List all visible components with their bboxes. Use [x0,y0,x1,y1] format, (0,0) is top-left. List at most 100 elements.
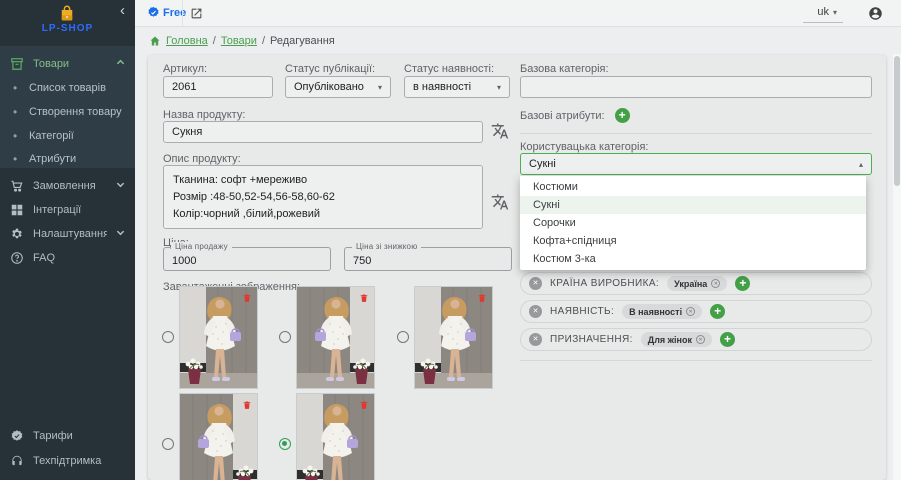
main-content: Головна / Товари / Редагування Артикул: … [135,27,901,480]
sku-input[interactable] [163,76,273,98]
attribute-name: КРАЇНА ВИРОБНИКА: [550,278,659,289]
remove-attribute-icon[interactable]: ✕ [529,333,542,346]
remove-value-icon[interactable]: ✕ [696,335,705,344]
product-image[interactable] [414,286,493,389]
bullet-icon: • [13,129,18,143]
sidebar-item-faq[interactable]: FAQ [0,246,135,270]
sidebar-sub-label: Категорії [29,130,74,142]
caret-down-icon: ▾ [833,8,837,17]
headset-icon [10,454,24,468]
translate-icon[interactable] [491,122,509,140]
topbar: Free uk ▾ [135,0,901,27]
breadcrumb-current: Редагування [270,35,335,47]
sidebar-item-tariffs[interactable]: Тарифи [0,424,135,448]
sidebar-header: LP-SHOP ‹ [0,0,135,46]
main-image-radio[interactable] [162,331,174,343]
product-edit-page: LP-SHOP ‹ Товари • Список товарів • Ство… [0,0,901,480]
scrollbar[interactable] [893,54,901,480]
breadcrumb: Головна / Товари / Редагування [149,35,335,47]
product-image[interactable] [296,393,375,480]
custom-category-label: Користувацька категорія: [520,141,648,153]
add-attribute-value-button[interactable]: + [735,276,750,291]
delete-image-icon[interactable] [359,292,369,304]
availability-status-select[interactable]: в наявності ▾ [404,76,510,98]
delete-image-icon[interactable] [359,399,369,411]
help-icon [10,251,24,265]
sidebar-item-create-product[interactable]: • Створення товару [0,101,135,123]
dropdown-option[interactable]: Кофта+спідниця [520,232,866,250]
remove-attribute-icon[interactable]: ✕ [529,305,542,318]
breadcrumb-home[interactable]: Головна [166,35,208,47]
sale-price-input[interactable] [164,248,330,270]
delete-image-icon[interactable] [477,292,487,304]
dropdown-option[interactable]: Костюми [520,178,866,196]
base-category-input[interactable] [520,76,872,98]
publication-status-select[interactable]: Опубліковано ▾ [285,76,391,98]
discount-price-input[interactable] [345,248,511,270]
breadcrumb-separator: / [262,35,265,47]
attribute-name: НАЯВНІСТЬ: [550,306,614,317]
open-in-new-icon[interactable] [190,7,203,20]
add-attribute-value-button[interactable]: + [710,304,725,319]
main-image-radio[interactable] [162,438,174,450]
attribute-value-chip: В наявності ✕ [622,304,702,319]
language-selector[interactable]: uk ▾ [817,6,837,18]
chevron-up-icon [116,58,125,70]
product-image[interactable] [296,286,375,389]
main-image-radio[interactable] [397,331,409,343]
product-name-input[interactable] [163,121,483,143]
translate-icon[interactable] [491,193,509,211]
attribute-name: ПРИЗНАЧЕННЯ: [550,334,633,345]
base-category-label: Базова категорія: [520,63,609,75]
dropdown-option[interactable]: Костюм 3-ка [520,250,866,268]
badge-check-icon [10,429,24,443]
add-base-attribute-button[interactable]: + [615,108,630,123]
add-attribute-value-button[interactable]: + [720,332,735,347]
sidebar-collapse-button[interactable]: ‹ [120,2,125,20]
remove-value-icon[interactable]: ✕ [686,307,695,316]
caret-down-icon: ▾ [378,83,382,92]
sidebar: LP-SHOP ‹ Товари • Список товарів • Ство… [0,0,135,480]
custom-category-dropdown: Костюми Сукні Сорочки Кофта+спідниця Кос… [520,176,866,270]
availability-status-label: Статус наявності: [404,63,494,75]
dropdown-option[interactable]: Сукні [520,196,866,214]
dropdown-option[interactable]: Сорочки [520,214,866,232]
sidebar-item-settings[interactable]: Налаштування [0,222,135,246]
plan-badge[interactable]: Free [147,6,186,19]
breadcrumb-products[interactable]: Товари [221,35,257,47]
breadcrumb-separator: / [213,35,216,47]
sidebar-item-attributes[interactable]: • Атрибути [0,148,135,170]
sidebar-item-support[interactable]: Техпідтримка [0,449,135,473]
main-image-radio[interactable] [279,438,291,450]
sidebar-sub-label: Створення товару [29,106,122,118]
caret-up-icon: ▴ [859,160,863,169]
sidebar-item-products[interactable]: Товари [0,52,135,76]
publication-status-label: Статус публікації: [285,63,375,75]
main-image-radio[interactable] [279,331,291,343]
bullet-icon: • [13,105,18,119]
language-value: uk [817,6,829,18]
publication-status-value: Опубліковано [294,81,364,93]
delete-image-icon[interactable] [242,399,252,411]
custom-category-select[interactable]: Сукні ▴ [520,153,872,175]
attribute-value-chip: Для жінок ✕ [641,332,712,347]
widgets-icon [10,203,24,217]
sale-price-field: Ціна продажу [163,247,331,271]
delete-image-icon[interactable] [242,292,252,304]
remove-attribute-icon[interactable]: ✕ [529,277,542,290]
chevron-down-icon [116,180,125,192]
account-icon[interactable] [868,6,883,21]
sidebar-sub-label: Атрибути [29,153,76,165]
product-image[interactable] [179,286,258,389]
divider [520,360,872,361]
sidebar-item-integrations[interactable]: Інтеграції [0,198,135,222]
bullet-icon: • [13,152,18,166]
sidebar-item-orders[interactable]: Замовлення [0,174,135,198]
sidebar-item-product-list[interactable]: • Список товарів [0,77,135,99]
scrollbar-thumb[interactable] [894,56,900,186]
shop-bag-logo-icon [58,4,76,22]
remove-value-icon[interactable]: ✕ [711,279,720,288]
product-image[interactable] [179,393,258,480]
description-textarea[interactable]: Тканина: софт +мереживо Розмір :48-50,52… [163,165,483,229]
sidebar-item-categories[interactable]: • Категорії [0,125,135,147]
